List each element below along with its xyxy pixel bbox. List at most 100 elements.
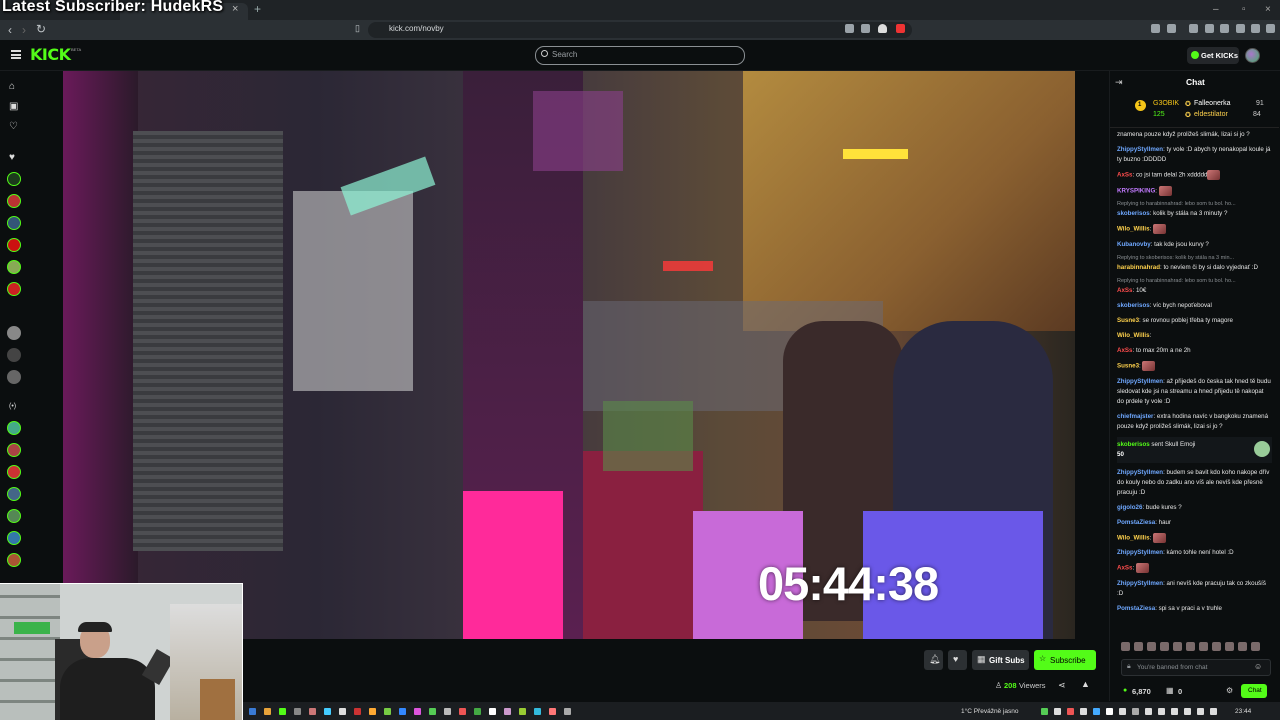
taskbar-app-icon[interactable] — [264, 708, 271, 715]
taskbar-app-icon[interactable] — [549, 708, 556, 715]
taskbar-app-icon[interactable] — [324, 708, 331, 715]
leaderboard-user[interactable]: eldestilator — [1194, 111, 1228, 118]
emote-icon[interactable] — [1121, 642, 1130, 651]
system-tray-icon[interactable] — [1158, 708, 1165, 715]
reload-icon[interactable]: ↻ — [36, 22, 46, 36]
followed-channel-avatar[interactable] — [7, 172, 21, 186]
system-tray-icon[interactable] — [1119, 708, 1126, 715]
taskbar-app-icon[interactable] — [354, 708, 361, 715]
chat-username[interactable]: chiefmajster — [1117, 413, 1153, 420]
chat-username[interactable]: harabinnahrad — [1117, 264, 1160, 271]
follow-button[interactable]: ♥ — [948, 650, 967, 670]
followed-channel-avatar[interactable] — [7, 282, 21, 296]
emote-icon[interactable] — [1212, 642, 1221, 651]
taskbar-app-icon[interactable] — [429, 708, 436, 715]
recommended-channel-avatar[interactable] — [7, 553, 21, 567]
reply-preview[interactable]: Replying to skoberisos: kolik by stála n… — [1117, 255, 1272, 262]
extension-icon[interactable] — [1205, 24, 1214, 33]
chat-username[interactable]: Susne3 — [1117, 317, 1139, 324]
hamburger-menu-icon[interactable] — [11, 50, 21, 59]
share-icon[interactable]: ⋖ — [1058, 680, 1066, 691]
extension-icon[interactable] — [1220, 24, 1229, 33]
bookmark-icon[interactable]: ▯ — [355, 23, 360, 34]
followed-channel-avatar[interactable] — [7, 238, 21, 252]
taskbar-app-icon[interactable] — [294, 708, 301, 715]
recommended-channel-avatar[interactable] — [7, 421, 21, 435]
translate-icon[interactable] — [845, 24, 854, 33]
system-tray-icon[interactable] — [1041, 708, 1048, 715]
taskbar-app-icon[interactable] — [279, 708, 286, 715]
emote-icon[interactable] — [1251, 642, 1260, 651]
url-field[interactable] — [368, 22, 912, 38]
followed-channel-avatar[interactable] — [7, 260, 21, 274]
settings-gear-icon[interactable]: ⚙ — [1226, 686, 1233, 695]
recommended-channel-avatar[interactable] — [7, 465, 21, 479]
system-tray-icon[interactable] — [1171, 708, 1178, 715]
chat-username[interactable]: Kubanovby — [1117, 241, 1151, 248]
taskbar-app-icon[interactable] — [504, 708, 511, 715]
emote-picker-icon[interactable]: ☺ — [1254, 662, 1262, 671]
chat-username[interactable]: skoberisos — [1117, 302, 1150, 309]
chat-username[interactable]: ZhippyStyllmen — [1117, 469, 1163, 476]
chat-username[interactable]: gigolo26 — [1117, 504, 1142, 511]
menu-icon[interactable] — [1266, 24, 1275, 33]
recommended-channel-avatar[interactable] — [7, 531, 21, 545]
emote-icon[interactable] — [1199, 642, 1208, 651]
forward-icon[interactable]: › — [22, 23, 26, 37]
reply-preview[interactable]: Replying to harabinnahrad: lebo som tu b… — [1117, 201, 1272, 208]
chat-username[interactable]: ZhippyStyllmen — [1117, 549, 1163, 556]
taskbar-app-icon[interactable] — [519, 708, 526, 715]
followed-channel-avatar[interactable] — [7, 370, 21, 384]
system-tray-icon[interactable] — [1132, 708, 1139, 715]
chat-username[interactable]: ZhippyStyllmen — [1117, 378, 1163, 385]
reply-preview[interactable]: Replying to harabinnahrad: lebo som tu b… — [1117, 278, 1272, 285]
taskbar-app-icon[interactable] — [249, 708, 256, 715]
gift-icon[interactable]: ▦ — [1166, 686, 1174, 695]
leaderboard-user[interactable]: Falleonerka — [1194, 100, 1231, 107]
home-icon[interactable]: ⌂ — [9, 81, 15, 92]
music-icon[interactable] — [1189, 24, 1198, 33]
system-tray-icon[interactable] — [1184, 708, 1191, 715]
back-icon[interactable]: ‹ — [8, 23, 12, 37]
system-tray-icon[interactable] — [1106, 708, 1113, 715]
extension-icon[interactable] — [1251, 24, 1260, 33]
extension-icon[interactable] — [1151, 24, 1160, 33]
emote-icon[interactable] — [1134, 642, 1143, 651]
system-tray-icon[interactable] — [1093, 708, 1100, 715]
chat-username[interactable]: ZhippyStyllmen — [1117, 146, 1163, 153]
chat-username[interactable]: PomstaZiesa — [1117, 519, 1155, 526]
system-tray-icon[interactable] — [1054, 708, 1061, 715]
taskbar-app-icon[interactable] — [489, 708, 496, 715]
following-icon[interactable]: ♡ — [9, 121, 18, 132]
user-avatar[interactable] — [1245, 48, 1260, 63]
followed-channel-avatar[interactable] — [7, 348, 21, 362]
taskbar-app-icon[interactable] — [534, 708, 541, 715]
video-player[interactable]: 05:44:38 — [63, 71, 1075, 639]
chat-username[interactable]: KRYSPIKING — [1117, 187, 1155, 194]
minimize-icon[interactable]: – — [1213, 4, 1219, 15]
chat-username[interactable]: Wilo_Willis — [1117, 226, 1150, 233]
url-text[interactable]: kick.com/novby — [389, 24, 444, 33]
emote-icon[interactable] — [1186, 642, 1195, 651]
extension-icon[interactable] — [1236, 24, 1245, 33]
close-window-icon[interactable]: × — [1265, 4, 1271, 15]
browse-icon[interactable]: ▣ — [9, 101, 18, 112]
chat-username[interactable]: skoberisos — [1117, 210, 1150, 217]
taskbar-app-icon[interactable] — [384, 708, 391, 715]
taskbar-app-icon[interactable] — [339, 708, 346, 715]
chat-username[interactable]: AxSs — [1117, 287, 1132, 294]
taskbar-app-icon[interactable] — [564, 708, 571, 715]
taskbar-app-icon[interactable] — [444, 708, 451, 715]
report-icon[interactable]: ▲ — [1081, 679, 1090, 689]
chat-username[interactable]: Susne3 — [1117, 363, 1139, 370]
taskbar-app-icon[interactable] — [474, 708, 481, 715]
emote-icon[interactable] — [1238, 642, 1247, 651]
tab-close-icon[interactable]: × — [232, 3, 238, 15]
chat-username[interactable]: Wilo_Willis — [1117, 534, 1150, 541]
chat-username[interactable]: AxSs — [1117, 347, 1132, 354]
emote-icon[interactable] — [1173, 642, 1182, 651]
taskbar-app-icon[interactable] — [309, 708, 316, 715]
notification-bell-button[interactable]: 🔔︎ — [924, 650, 943, 670]
share-icon[interactable] — [861, 24, 870, 33]
extension-icon[interactable] — [1167, 24, 1176, 33]
